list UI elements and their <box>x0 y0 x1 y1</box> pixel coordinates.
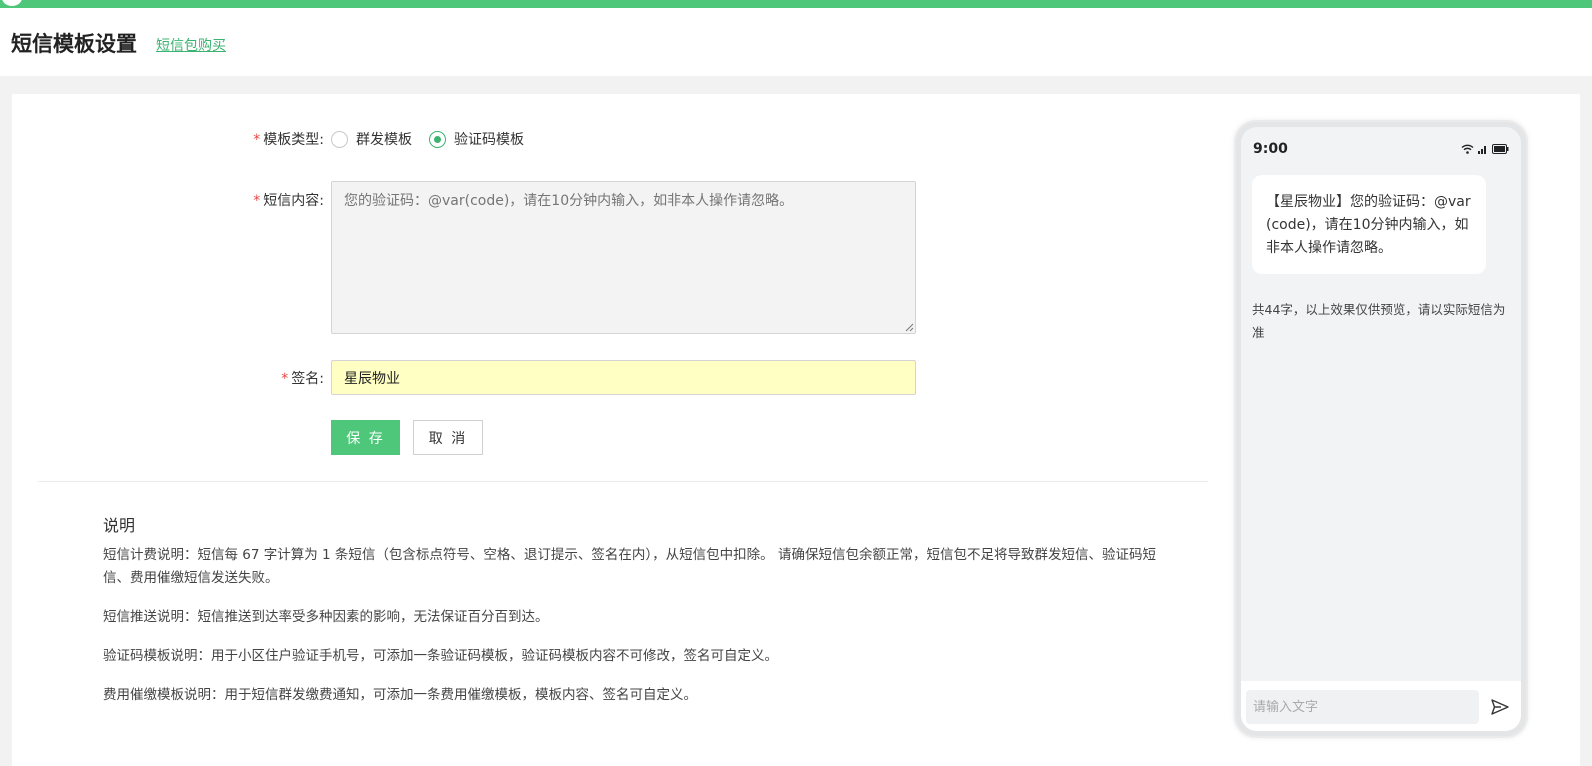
top-accent-bar <box>0 0 1592 8</box>
section-divider <box>38 481 1208 482</box>
signature-input[interactable] <box>331 360 916 395</box>
top-bar-knob <box>2 0 22 6</box>
template-type-row: * 模板类型: 群发模板 验证码模板 <box>12 129 912 149</box>
sms-preview-bubble: 【星辰物业】您的验证码：@var(code)，请在10分钟内输入，如非本人操作请… <box>1252 175 1486 274</box>
phone-screen: 9:00 【星辰物业】您的验证码：@var(code)，请在10分钟内输入，如非… <box>1241 127 1521 731</box>
cancel-button[interactable]: 取 消 <box>413 420 483 455</box>
radio-checked-icon[interactable] <box>429 130 446 148</box>
note-verification-template: 验证码模板说明：用于小区住户验证手机号，可添加一条验证码模板，验证码模板内容不可… <box>103 648 778 664</box>
main-panel: *模板类型: 群发模板 验证码模板 *短信内容: *签名: 保 存 取 消 说明… <box>12 94 1580 766</box>
signature-label: * 签名: <box>12 368 324 388</box>
template-type-label: * 模板类型: <box>12 129 324 149</box>
radio-verification-template-label: 验证码模板 <box>454 132 524 148</box>
battery-icon <box>1492 144 1509 154</box>
note-billing: 短信计费说明：短信每 67 字计算为 1 条短信（包含标点符号、空格、退订提示、… <box>103 547 1156 586</box>
char-count-note: 共44字，以上效果仅供预览，请以实际短信为准 <box>1252 302 1506 340</box>
send-icon[interactable] <box>1491 699 1509 715</box>
signal-icon <box>1478 146 1486 154</box>
radio-unchecked-icon[interactable] <box>331 130 348 148</box>
sms-content-label-text: 短信内容: <box>263 193 324 209</box>
page-header: 短信模板设置 短信包购买 <box>0 8 1592 76</box>
required-mark: * <box>253 193 261 209</box>
sms-content-label: * 短信内容: <box>12 190 324 210</box>
required-mark: * <box>253 132 261 148</box>
radio-group-template-label: 群发模板 <box>356 132 412 148</box>
notes-title: 说明 <box>103 516 136 535</box>
phone-status-time: 9:00 <box>1253 141 1288 157</box>
template-type-label-text: 模板类型: <box>263 132 324 148</box>
radio-group-template[interactable]: 群发模板 <box>331 129 412 149</box>
note-delivery: 短信推送说明：短信推送到达率受多种因素的影响，无法保证百分百到达。 <box>103 609 549 625</box>
wifi-icon <box>1461 144 1474 154</box>
save-button[interactable]: 保 存 <box>331 420 400 455</box>
sms-content-textarea[interactable] <box>331 181 916 334</box>
phone-status-bar: 9:00 <box>1253 141 1509 159</box>
required-mark: * <box>281 371 289 387</box>
page-title: 短信模板设置 <box>11 32 137 56</box>
sms-package-buy-link[interactable]: 短信包购买 <box>156 35 226 55</box>
signature-label-text: 签名: <box>291 371 324 387</box>
resize-grip-icon[interactable] <box>904 322 914 332</box>
phone-preview: 9:00 【星辰物业】您的验证码：@var(code)，请在10分钟内输入，如非… <box>1234 120 1528 738</box>
phone-message-input[interactable] <box>1246 690 1479 724</box>
phone-input-bar <box>1241 681 1521 731</box>
template-type-radio-group: 群发模板 验证码模板 <box>331 129 541 149</box>
notes-section: 说明 短信计费说明：短信每 67 字计算为 1 条短信（包含标点符号、空格、退订… <box>103 512 1163 723</box>
radio-verification-template[interactable]: 验证码模板 <box>429 129 524 149</box>
phone-status-icons <box>1461 144 1509 154</box>
note-fee-reminder-template: 费用催缴模板说明：用于短信群发缴费通知，可添加一条费用催缴模板，模板内容、签名可… <box>103 687 697 703</box>
